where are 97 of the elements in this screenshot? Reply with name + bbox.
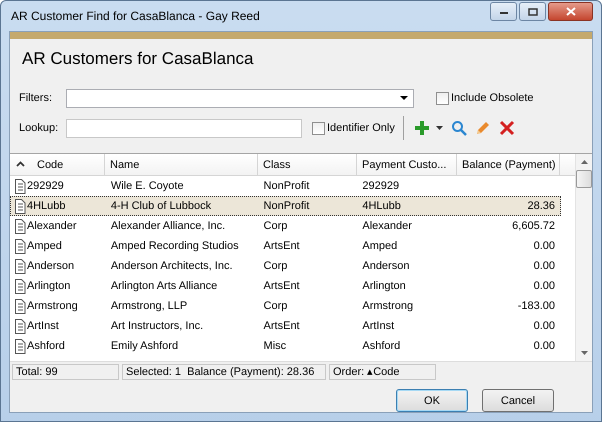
table-cell: Arlington <box>27 280 70 292</box>
status-bar-panel: Selected: 1 Balance (Payment): 28.36 <box>122 364 326 380</box>
document-icon <box>14 318 26 334</box>
column-header[interactable]: Balance (Payment) <box>457 154 560 175</box>
table-cell: 4-H Club of Lubbock <box>110 200 212 212</box>
table-cell: 0.00 <box>534 240 555 252</box>
document-icon <box>14 218 26 234</box>
table-cell: Ashford <box>362 340 400 352</box>
close-icon <box>566 7 576 16</box>
table-cell: ArtInst <box>27 320 59 332</box>
document-icon <box>14 278 26 294</box>
filters-label: Filters: <box>19 92 53 104</box>
lookup-label: Lookup: <box>19 122 60 134</box>
identifier-only-checkbox[interactable]: Identifier Only <box>312 122 395 134</box>
table-cell: Armstrong, LLP <box>110 300 188 312</box>
table-row[interactable]: 4HLubb 4-H Club of Lubbock NonProfit 4HLubb 28.36 <box>10 196 561 216</box>
dialog-button[interactable]: OK <box>396 389 468 412</box>
status-bar-panel: Order: ▴Code <box>329 364 436 380</box>
table-cell: Alexander <box>27 220 77 232</box>
table-cell: NonProfit <box>264 200 310 212</box>
table-cell: Amped <box>362 240 398 252</box>
status-bar-panel: Total: 99 <box>12 364 119 380</box>
table-row[interactable]: Alexander Alexander Alliance, Inc. Corp Alexander 6,605.72 <box>10 216 561 236</box>
table-cell: 4HLubb <box>362 200 401 212</box>
table-cell: Art Instructors, Inc. <box>110 320 204 332</box>
table-cell: Anderson <box>362 260 410 272</box>
table-row[interactable]: 292929 Wile E. Coyote NonProfit 292929 <box>10 176 561 196</box>
document-icon <box>14 258 26 274</box>
table-cell: Emily Ashford <box>110 340 178 352</box>
page-heading: AR Customers for CasaBlanca <box>21 48 254 70</box>
column-header[interactable]: Class <box>258 154 357 175</box>
table-cell: Anderson <box>27 260 74 272</box>
pencil-icon <box>474 120 491 136</box>
document-icon <box>14 298 26 314</box>
document-icon <box>14 338 26 354</box>
scroll-up-icon[interactable] <box>580 160 588 164</box>
table-cell: Arlington Arts Alliance <box>110 280 218 292</box>
vertical-scrollbar[interactable] <box>575 154 592 361</box>
table-cell: 4HLubb <box>27 200 66 212</box>
table-cell: NonProfit <box>264 180 310 192</box>
table-cell: ArtsEnt <box>264 240 300 252</box>
table-cell: Amped Recording Studios <box>110 240 239 252</box>
table-cell: 0.00 <box>534 320 555 332</box>
table-cell: -183.00 <box>518 300 555 312</box>
table-cell: 292929 <box>362 180 400 192</box>
column-header[interactable]: Name <box>105 154 258 175</box>
search-button[interactable] <box>450 118 467 138</box>
table-row[interactable]: Arlington Arlington Arts Alliance ArtsEnt Arlington 0.00 <box>10 276 561 296</box>
caret-icon <box>436 126 443 130</box>
table-row[interactable]: ArtInst Art Instructors, Inc. ArtsEnt ArtInst 0.00 <box>10 316 561 336</box>
table-cell: Alexander <box>362 220 412 232</box>
delete-icon <box>498 120 515 136</box>
table-row[interactable]: Amped Amped Recording Studios ArtsEnt Amped 0.00 <box>10 236 561 256</box>
column-header[interactable]: Payment Custo... <box>357 154 457 175</box>
close-button[interactable] <box>548 2 593 21</box>
table-cell: Corp <box>264 300 288 312</box>
lookup-field[interactable] <box>66 118 302 138</box>
table-cell: ArtsEnt <box>264 280 300 292</box>
document-icon <box>14 198 26 214</box>
table-cell: Corp <box>264 220 288 232</box>
table-cell: Arlington <box>362 280 406 292</box>
table-cell: Alexander Alliance, Inc. <box>110 220 226 232</box>
document-icon <box>14 178 26 194</box>
scroll-thumb[interactable] <box>576 170 592 188</box>
table-cell: Anderson Architects, Inc. <box>110 260 232 272</box>
table-cell: 0.00 <box>534 340 555 352</box>
table-row[interactable]: Armstrong Armstrong, LLP Corp Armstrong -183.00 <box>10 296 561 316</box>
table-cell: Armstrong <box>27 300 78 312</box>
table-cell: Misc <box>264 340 286 352</box>
minimize-button[interactable] <box>490 2 517 21</box>
table-cell: Ashford <box>27 340 65 352</box>
table-row[interactable]: Ashford Emily Ashford Misc Ashford 0.00 <box>10 336 561 356</box>
table-cell: 292929 <box>27 180 64 192</box>
dropdown-arrow-icon <box>400 96 408 100</box>
table-cell: Corp <box>264 260 288 272</box>
table-cell: Wile E. Coyote <box>110 180 184 192</box>
table-cell: Armstrong <box>362 300 414 312</box>
maximize-button[interactable] <box>519 2 546 21</box>
maximize-icon <box>528 8 538 16</box>
table-row[interactable]: Anderson Anderson Architects, Inc. Corp Anderson 0.00 <box>10 256 561 276</box>
window-title: AR Customer Find for CasaBlanca - Gay Reed <box>10 9 261 23</box>
include-obsolete-checkbox[interactable]: Include Obsolete <box>436 92 534 104</box>
search-icon <box>450 120 467 136</box>
delete-button[interactable] <box>498 118 515 138</box>
table-cell: 6,605.72 <box>512 220 555 232</box>
add-button[interactable] <box>414 118 430 138</box>
table-cell: ArtsEnt <box>264 320 300 332</box>
table-cell: ArtInst <box>362 320 394 332</box>
scroll-down-icon[interactable] <box>580 351 588 355</box>
document-icon <box>14 238 26 254</box>
dialog-button[interactable]: Cancel <box>482 389 554 412</box>
plus-icon <box>414 120 430 136</box>
table-cell: Amped <box>27 240 62 252</box>
column-header[interactable]: Code <box>10 154 105 175</box>
table-cell: 0.00 <box>534 280 555 292</box>
table-cell: 0.00 <box>534 260 555 272</box>
table-cell: 28.36 <box>527 200 555 212</box>
